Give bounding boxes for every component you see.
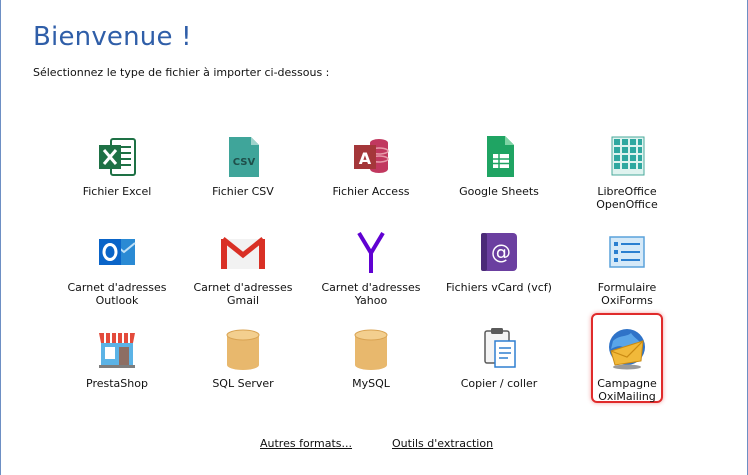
database-icon xyxy=(226,329,260,370)
libreoffice-calc-icon xyxy=(611,136,645,176)
tile-prestashop[interactable]: PrestaShop xyxy=(56,327,178,413)
gmail-icon xyxy=(221,237,265,269)
svg-text:@: @ xyxy=(491,240,511,264)
tile-mysql[interactable]: MySQL xyxy=(310,327,432,413)
tile-label: Fichier CSV xyxy=(212,185,274,198)
yahoo-icon xyxy=(357,231,385,273)
tile-copy-paste[interactable]: Copier / coller xyxy=(438,327,560,413)
tile-oxiforms[interactable]: Formulaire OxiForms xyxy=(566,231,688,317)
vcard-icon: @ xyxy=(481,233,517,271)
page-subtitle: Sélectionnez le type de fichier à import… xyxy=(33,66,330,79)
database-icon xyxy=(354,329,388,370)
tile-label: Fichiers vCard (vcf) xyxy=(446,281,552,294)
prestashop-store-icon xyxy=(99,333,135,368)
tile-excel[interactable]: Fichier Excel xyxy=(56,135,178,221)
google-sheets-icon xyxy=(487,136,514,177)
tile-gmail[interactable]: Carnet d'adresses Gmail xyxy=(182,231,304,317)
excel-icon xyxy=(99,138,136,176)
tile-label: Copier / coller xyxy=(460,377,538,390)
tile-label: PrestaShop xyxy=(86,377,148,390)
outlook-icon xyxy=(99,239,136,265)
csv-file-icon: CSV xyxy=(229,137,259,177)
tile-csv[interactable]: CSV Fichier CSV xyxy=(182,135,304,221)
svg-text:A: A xyxy=(359,149,372,168)
tile-google-sheets[interactable]: Google Sheets xyxy=(438,135,560,221)
tile-label: Fichier Excel xyxy=(82,185,152,198)
access-icon: A xyxy=(354,139,389,173)
tile-label: SQL Server xyxy=(212,377,274,390)
clipboard-icon xyxy=(484,328,516,368)
tile-label: Fichier Access xyxy=(332,185,410,198)
page-title: Bienvenue ! xyxy=(33,22,192,52)
extraction-tools-link[interactable]: Outils d'extraction xyxy=(392,437,493,450)
tile-libreoffice[interactable]: LibreOffice OpenOffice xyxy=(566,135,688,221)
oxiforms-icon xyxy=(609,236,645,268)
tile-access[interactable]: A Fichier Access xyxy=(310,135,432,221)
oximailing-globe-icon xyxy=(609,329,645,370)
tile-label: LibreOffice OpenOffice xyxy=(596,185,658,211)
tile-label: Carnet d'adresses Gmail xyxy=(193,281,293,307)
tile-label: MySQL xyxy=(352,377,390,390)
tile-label: Campagne OxiMailing xyxy=(597,377,657,403)
svg-text:CSV: CSV xyxy=(233,157,256,168)
tile-label: Google Sheets xyxy=(459,185,539,198)
tile-label: Carnet d'adresses Outlook xyxy=(67,281,167,307)
tile-yahoo[interactable]: Carnet d'adresses Yahoo xyxy=(310,231,432,317)
tile-sql-server[interactable]: SQL Server xyxy=(182,327,304,413)
tile-oximailing[interactable]: Campagne OxiMailing xyxy=(566,313,688,413)
tile-vcard[interactable]: @ Fichiers vCard (vcf) xyxy=(438,231,560,317)
tile-label: Formulaire OxiForms xyxy=(597,281,657,307)
tile-outlook[interactable]: Carnet d'adresses Outlook xyxy=(56,231,178,317)
tile-label: Carnet d'adresses Yahoo xyxy=(321,281,421,307)
other-formats-link[interactable]: Autres formats... xyxy=(260,437,352,450)
window-left-border xyxy=(0,0,1,475)
